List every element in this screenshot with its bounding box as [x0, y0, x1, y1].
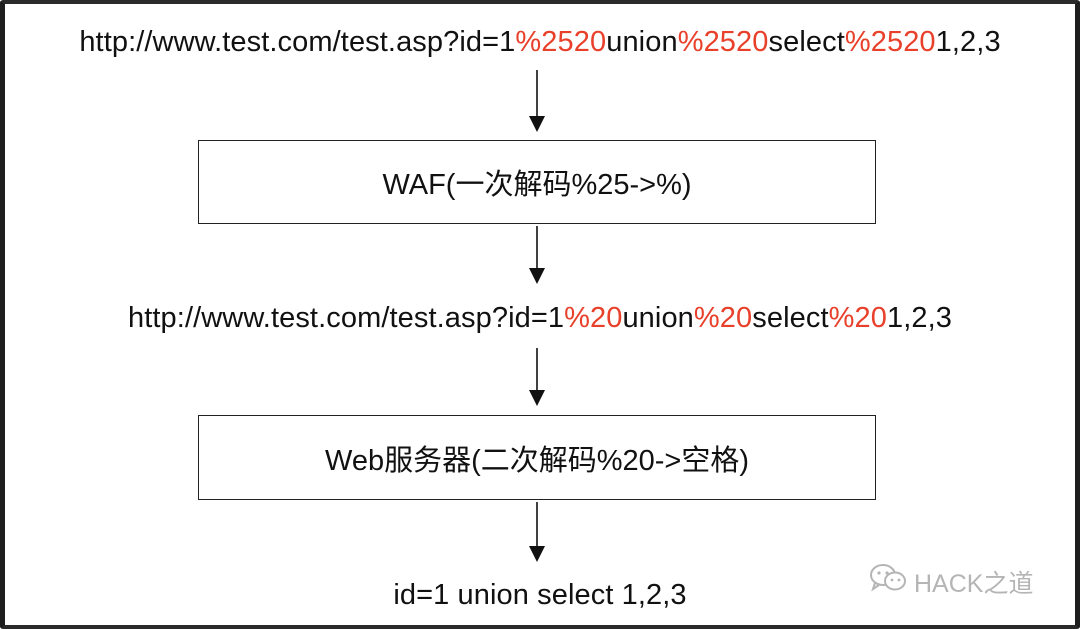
- watermark-text: HACK之道: [914, 569, 1034, 598]
- arrow-2-head: [529, 268, 545, 284]
- arrow-4-head: [529, 546, 545, 562]
- wechat-icon: [868, 562, 908, 601]
- watermark: HACK之道: [868, 562, 1033, 601]
- arrow-1-head: [529, 116, 545, 132]
- arrow-3-head: [529, 390, 545, 406]
- flow-arrows: [529, 70, 545, 562]
